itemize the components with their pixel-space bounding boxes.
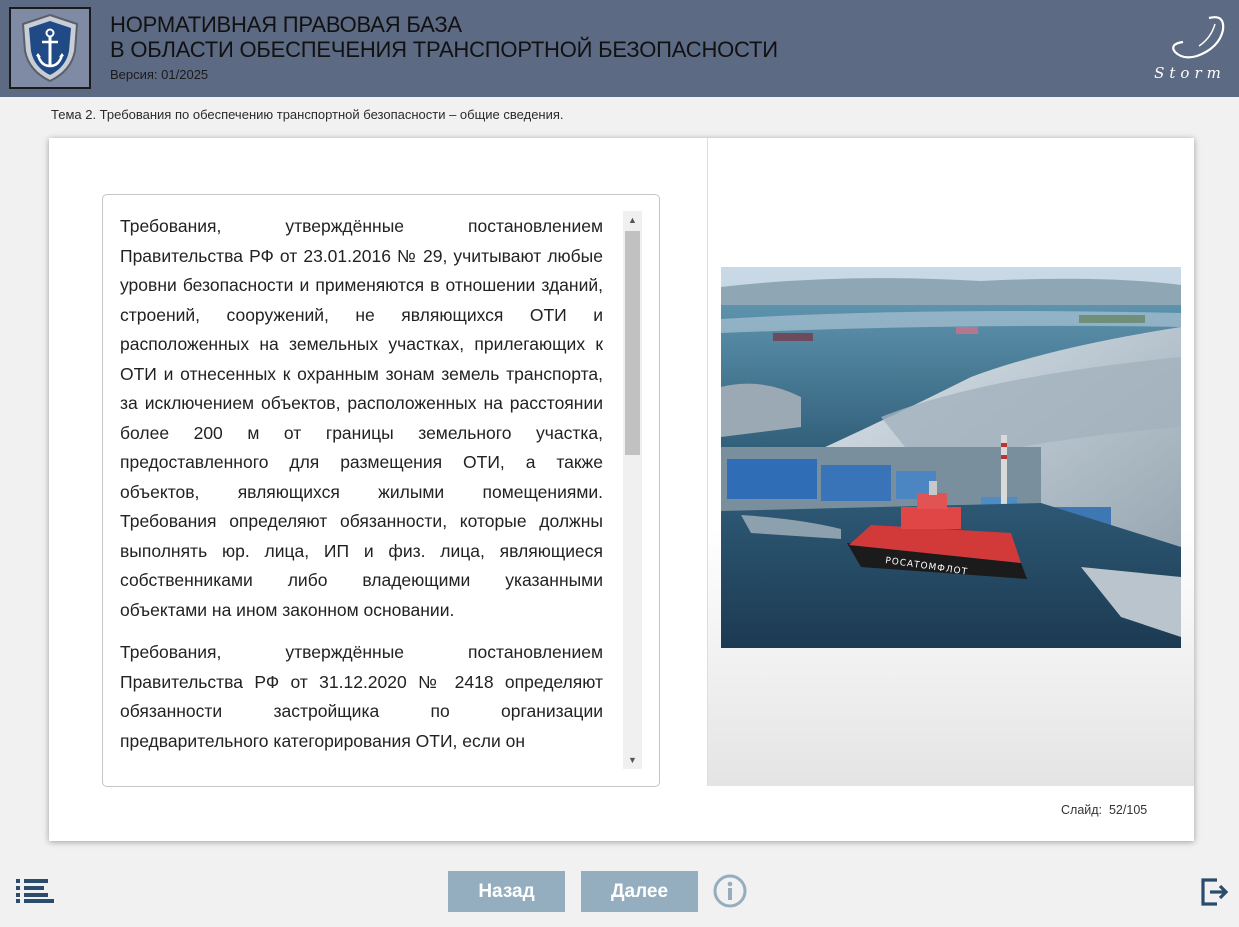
header: НОРМАТИВНАЯ ПРАВОВАЯ БАЗА В ОБЛАСТИ ОБЕС…: [0, 0, 1239, 97]
text-scroll-panel[interactable]: Требования, утверждённые постановлением …: [102, 194, 660, 787]
port-icebreaker-image: РОСАТОМФЛОТ: [721, 267, 1181, 648]
text-content: Требования, утверждённые постановлением …: [120, 212, 603, 772]
title-line-2: В ОБЛАСТИ ОБЕСПЕЧЕНИЯ ТРАНСПОРТНОЙ БЕЗОП…: [110, 37, 778, 62]
paragraph-2: Требования, утверждённые постановлением …: [120, 642, 603, 751]
slide-counter-value: 52/105: [1108, 803, 1148, 817]
scroll-up-arrow-icon[interactable]: ▲: [623, 211, 642, 229]
slide-counter-label: Слайд:: [1061, 803, 1103, 817]
scroll-down-arrow-icon[interactable]: ▼: [623, 751, 642, 769]
paragraph-1: Требования, утверждённые постановлением …: [120, 216, 603, 620]
anchor-shield-icon: [9, 7, 91, 89]
back-button[interactable]: Назад: [448, 871, 565, 912]
brand-name: Storm: [1154, 64, 1226, 82]
slide-counter: Слайд: 52/105: [1061, 803, 1147, 817]
slide-card: Требования, утверждённые постановлением …: [49, 138, 1194, 841]
scrollbar[interactable]: ▲ ▼: [623, 211, 642, 769]
image-panel: РОСАТОМФЛОТ: [707, 138, 1194, 786]
storm-logo: Storm: [1149, 12, 1231, 84]
topic-breadcrumb: Тема 2. Требования по обеспечению трансп…: [51, 107, 564, 122]
version-label: Версия: 01/2025: [110, 67, 209, 82]
scroll-thumb[interactable]: [625, 231, 640, 455]
menu-list-icon[interactable]: [16, 879, 54, 903]
page-title: НОРМАТИВНАЯ ПРАВОВАЯ БАЗА В ОБЛАСТИ ОБЕС…: [110, 12, 778, 62]
title-line-1: НОРМАТИВНАЯ ПРАВОВАЯ БАЗА: [110, 12, 462, 37]
info-icon[interactable]: [713, 874, 747, 908]
next-button[interactable]: Далее: [581, 871, 698, 912]
exit-icon[interactable]: [1201, 878, 1229, 906]
